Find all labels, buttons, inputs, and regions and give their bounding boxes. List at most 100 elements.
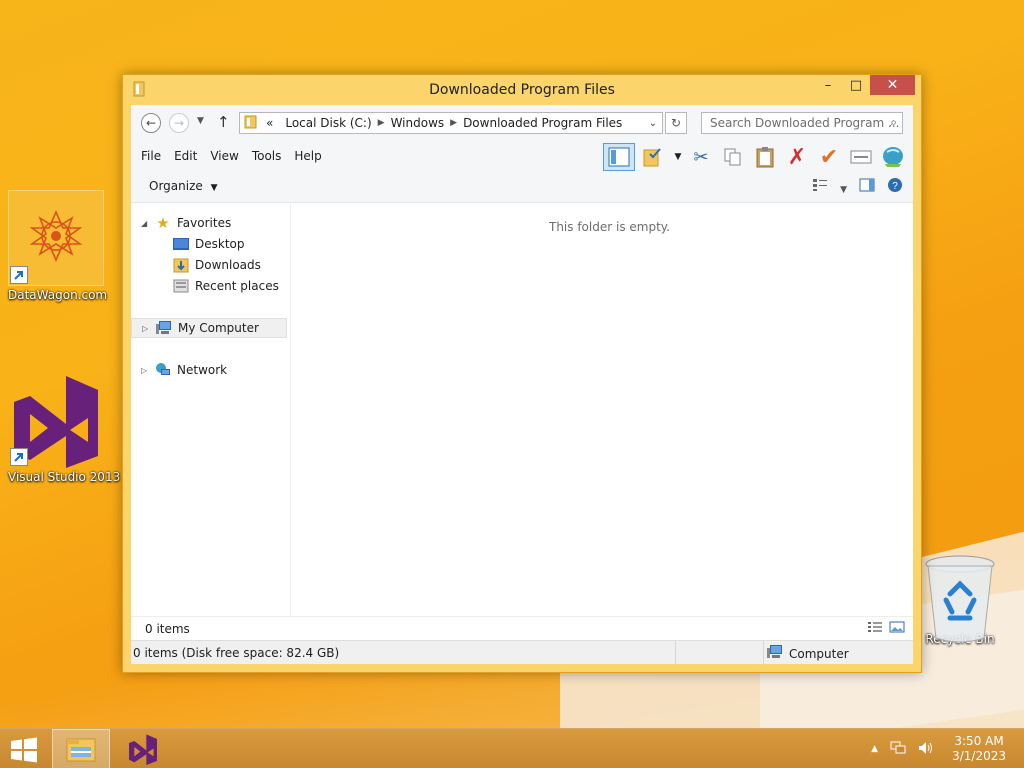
clock-date: 3/1/2023 — [952, 749, 1006, 763]
back-button[interactable]: ← — [141, 113, 161, 133]
paste-button[interactable] — [749, 143, 781, 171]
clock[interactable]: 3:50 AM 3/1/2023 — [952, 734, 1006, 764]
menu-row: File Edit View Tools Help ▼ ✂ ✗ ✔ — [131, 141, 913, 171]
network-status-icon[interactable] — [890, 741, 906, 758]
window-client-area: ← → ▼ ↑ « Local Disk (C:) ▶ Windows ▶ Do… — [131, 105, 913, 664]
breadcrumb-arrow-icon[interactable]: ▶ — [378, 118, 385, 128]
expand-arrow-icon[interactable]: ▷ — [142, 324, 152, 333]
up-button[interactable]: ↑ — [217, 113, 230, 131]
help-button[interactable]: ? — [887, 177, 903, 196]
file-explorer-icon — [66, 738, 96, 762]
navigation-pane: ◢ ★ Favorites Desktop Downloads Recent p… — [131, 203, 291, 616]
nav-network[interactable]: ▷ Network — [141, 360, 227, 380]
address-overflow[interactable]: « — [266, 116, 273, 130]
large-icons-view-button[interactable] — [889, 621, 905, 636]
properties-button[interactable]: ✔ — [813, 143, 845, 171]
breadcrumb-downloaded-program-files[interactable]: Downloaded Program Files — [463, 116, 622, 130]
command-bar: Organize ▼ ▼ ? — [131, 171, 913, 203]
computer-icon — [767, 645, 783, 662]
preview-pane-icon — [859, 178, 875, 192]
taskbar-file-explorer[interactable] — [52, 729, 110, 768]
expand-arrow-icon[interactable]: ◢ — [141, 219, 151, 228]
search-input[interactable]: Search Downloaded Program ... ⌕ — [701, 112, 903, 134]
menu-file[interactable]: File — [141, 149, 161, 163]
refresh-icon: ↻ — [670, 116, 682, 130]
shortcut-arrow-icon — [10, 266, 28, 284]
windows-logo-icon — [11, 737, 37, 763]
view-list-icon — [813, 179, 828, 191]
volume-icon[interactable] — [918, 741, 934, 758]
breadcrumb-local-disk[interactable]: Local Disk (C:) — [285, 116, 371, 130]
recent-locations-dropdown[interactable]: ▼ — [197, 116, 204, 126]
nav-network-label: Network — [177, 363, 228, 377]
folder-check-icon — [643, 148, 661, 167]
pane-layout-icon — [608, 147, 630, 167]
title-bar[interactable]: Downloaded Program Files – □ ✕ — [123, 75, 921, 105]
details-view-button[interactable] — [867, 621, 883, 636]
status-zone: Computer — [767, 645, 849, 662]
chevron-down-icon: ▼ — [210, 183, 218, 193]
arrow-right-icon: → — [173, 116, 185, 130]
recent-places-icon — [173, 278, 189, 294]
visual-studio-icon — [8, 372, 104, 468]
preview-pane-button[interactable] — [859, 178, 875, 195]
folder-icon — [244, 115, 258, 132]
folder-options-dropdown[interactable]: ▼ — [671, 143, 685, 171]
toolbar: ▼ ✂ ✗ ✔ — [603, 143, 909, 171]
copy-icon — [724, 148, 741, 166]
layout-pane-button[interactable] — [603, 143, 635, 171]
internet-button[interactable] — [877, 143, 909, 171]
refresh-button[interactable]: ↻ — [665, 112, 687, 134]
svg-text:?: ? — [892, 181, 898, 192]
breadcrumb-windows[interactable]: Windows — [391, 116, 445, 130]
arrow-up-icon: ↑ — [217, 113, 230, 131]
status-zone-label: Computer — [789, 646, 849, 661]
folder-options-button[interactable] — [635, 143, 671, 171]
maximize-button[interactable]: □ — [842, 75, 870, 95]
nav-desktop[interactable]: Desktop — [173, 234, 245, 254]
nav-recent-places-label: Recent places — [195, 279, 279, 293]
desktop-icon-label: DataWagon.com — [8, 288, 108, 302]
expand-arrow-icon[interactable]: ▷ — [141, 366, 151, 375]
forward-button[interactable]: → — [169, 113, 189, 133]
chevron-down-icon: ▼ — [840, 185, 847, 195]
menu-view[interactable]: View — [210, 149, 238, 163]
desktop-icon-datawagon[interactable]: DataWagon.com — [8, 190, 108, 302]
nav-desktop-label: Desktop — [195, 237, 245, 251]
breadcrumb-arrow-icon[interactable]: ▶ — [450, 118, 457, 128]
details-bar: 0 items — [131, 616, 913, 640]
nav-downloads[interactable]: Downloads — [173, 255, 261, 275]
shell-globe-icon — [883, 147, 903, 167]
minimize-button[interactable]: – — [814, 75, 842, 95]
start-button[interactable] — [10, 737, 38, 763]
nav-my-computer[interactable]: ▷ My Computer — [131, 318, 287, 338]
desktop-icon-visual-studio[interactable]: Visual Studio 2013 — [8, 372, 121, 484]
details-view-icon — [868, 622, 882, 632]
nav-downloads-label: Downloads — [195, 258, 261, 272]
item-count: 0 items — [145, 622, 190, 636]
taskbar-visual-studio[interactable] — [114, 729, 172, 768]
close-button[interactable]: ✕ — [870, 75, 915, 95]
menu-edit[interactable]: Edit — [174, 149, 197, 163]
rename-button[interactable] — [845, 143, 877, 171]
clipboard-icon — [756, 147, 774, 168]
status-bar: 0 items (Disk free space: 82.4 GB) Compu… — [131, 640, 913, 664]
address-dropdown-icon[interactable]: ⌄ — [649, 118, 657, 129]
organize-button[interactable]: Organize ▼ — [149, 179, 218, 193]
copy-button[interactable] — [717, 143, 749, 171]
cut-button[interactable]: ✂ — [685, 143, 717, 171]
desktop-icon — [173, 236, 189, 252]
view-options-button[interactable]: ▼ — [812, 178, 847, 195]
arrow-left-icon: ← — [145, 116, 157, 130]
menu-tools[interactable]: Tools — [252, 149, 282, 163]
nav-recent-places[interactable]: Recent places — [173, 276, 279, 296]
address-bar[interactable]: « Local Disk (C:) ▶ Windows ▶ Downloaded… — [239, 112, 663, 134]
delete-button[interactable]: ✗ — [781, 143, 813, 171]
show-hidden-icons-button[interactable]: ▲ — [871, 744, 878, 754]
desktop-icon-label: Visual Studio 2013 — [8, 470, 121, 484]
network-icon — [155, 362, 171, 378]
nav-favorites[interactable]: ◢ ★ Favorites — [141, 213, 231, 233]
desktop-icon-recycle-bin[interactable]: Recycle Bin — [912, 550, 1008, 646]
menu-help[interactable]: Help — [294, 149, 321, 163]
nav-favorites-label: Favorites — [177, 216, 232, 230]
